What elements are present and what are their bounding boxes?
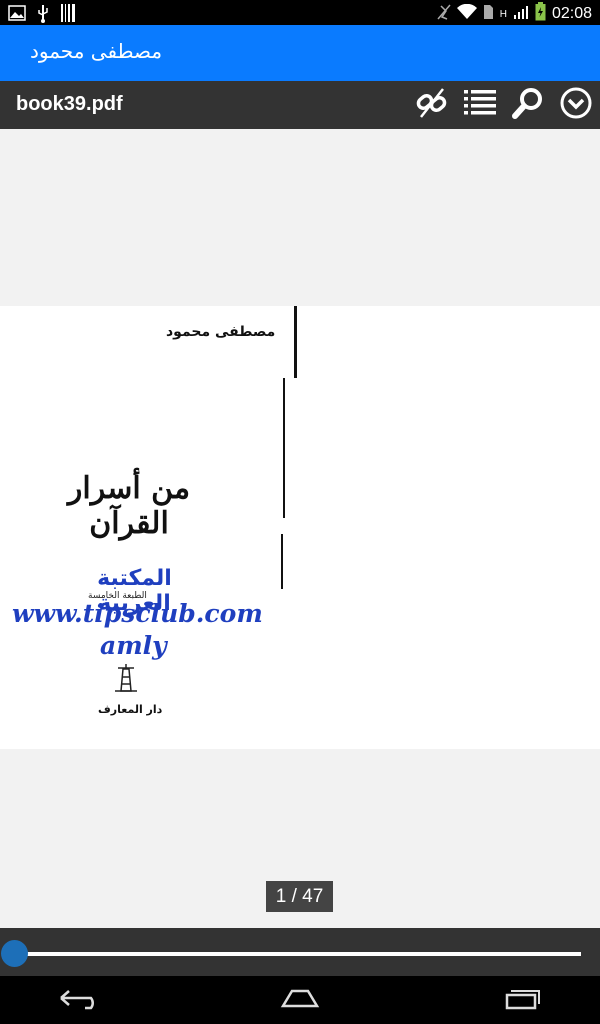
page-author: مصطفى محمود (166, 324, 276, 340)
battery-icon (535, 2, 546, 26)
barcode-icon (60, 3, 76, 27)
publisher-name: دار المعارف (98, 703, 163, 716)
file-name: book39.pdf (16, 93, 123, 115)
page-indicator: 1 / 47 (266, 881, 333, 912)
pdf-page[interactable]: مصطفى محمود من أسرار القرآن المكتبة العر… (0, 306, 600, 749)
search-icon (511, 86, 545, 124)
home-button[interactable] (270, 984, 330, 1016)
lighthouse-logo-icon (113, 663, 139, 699)
clock: 02:08 (551, 5, 592, 22)
pdf-toolbar: book39.pdf (0, 81, 600, 129)
list-icon (463, 88, 497, 122)
page-slider-thumb[interactable] (1, 940, 28, 967)
network-type-label: H (499, 8, 507, 20)
book-title: من أسرار القرآن (67, 471, 191, 541)
watermark-name: amly (100, 631, 167, 660)
search-button[interactable] (510, 87, 546, 123)
image-icon (8, 5, 26, 25)
binding-line (283, 378, 285, 518)
more-options-button[interactable] (558, 87, 594, 123)
link-button[interactable] (414, 87, 450, 123)
page-slider-bar (0, 928, 600, 976)
mute-icon (437, 3, 451, 26)
watermark-url: www.tipsclub.com (12, 599, 263, 628)
app-title: مصطفى محمود (30, 39, 163, 63)
usb-icon (36, 3, 50, 27)
home-icon (280, 987, 320, 1013)
link-icon (415, 86, 449, 124)
app-title-bar: مصطفى محمود (0, 25, 600, 81)
recent-apps-button[interactable] (491, 984, 551, 1016)
wifi-icon (456, 3, 477, 25)
page-slider-track[interactable] (14, 952, 581, 956)
outline-button[interactable] (462, 87, 498, 123)
chevron-down-circle-icon (559, 86, 593, 124)
system-nav-bar (0, 976, 600, 1024)
pdf-viewport[interactable]: مصطفى محمود من أسرار القرآن المكتبة العر… (0, 129, 600, 928)
binding-line (281, 534, 283, 589)
recent-apps-icon (501, 986, 541, 1014)
binding-line (294, 306, 297, 378)
sim-icon (483, 4, 494, 25)
signal-icon (513, 4, 529, 25)
status-bar: H 02:08 (0, 0, 600, 25)
back-icon (57, 986, 103, 1014)
back-button[interactable] (50, 984, 110, 1016)
